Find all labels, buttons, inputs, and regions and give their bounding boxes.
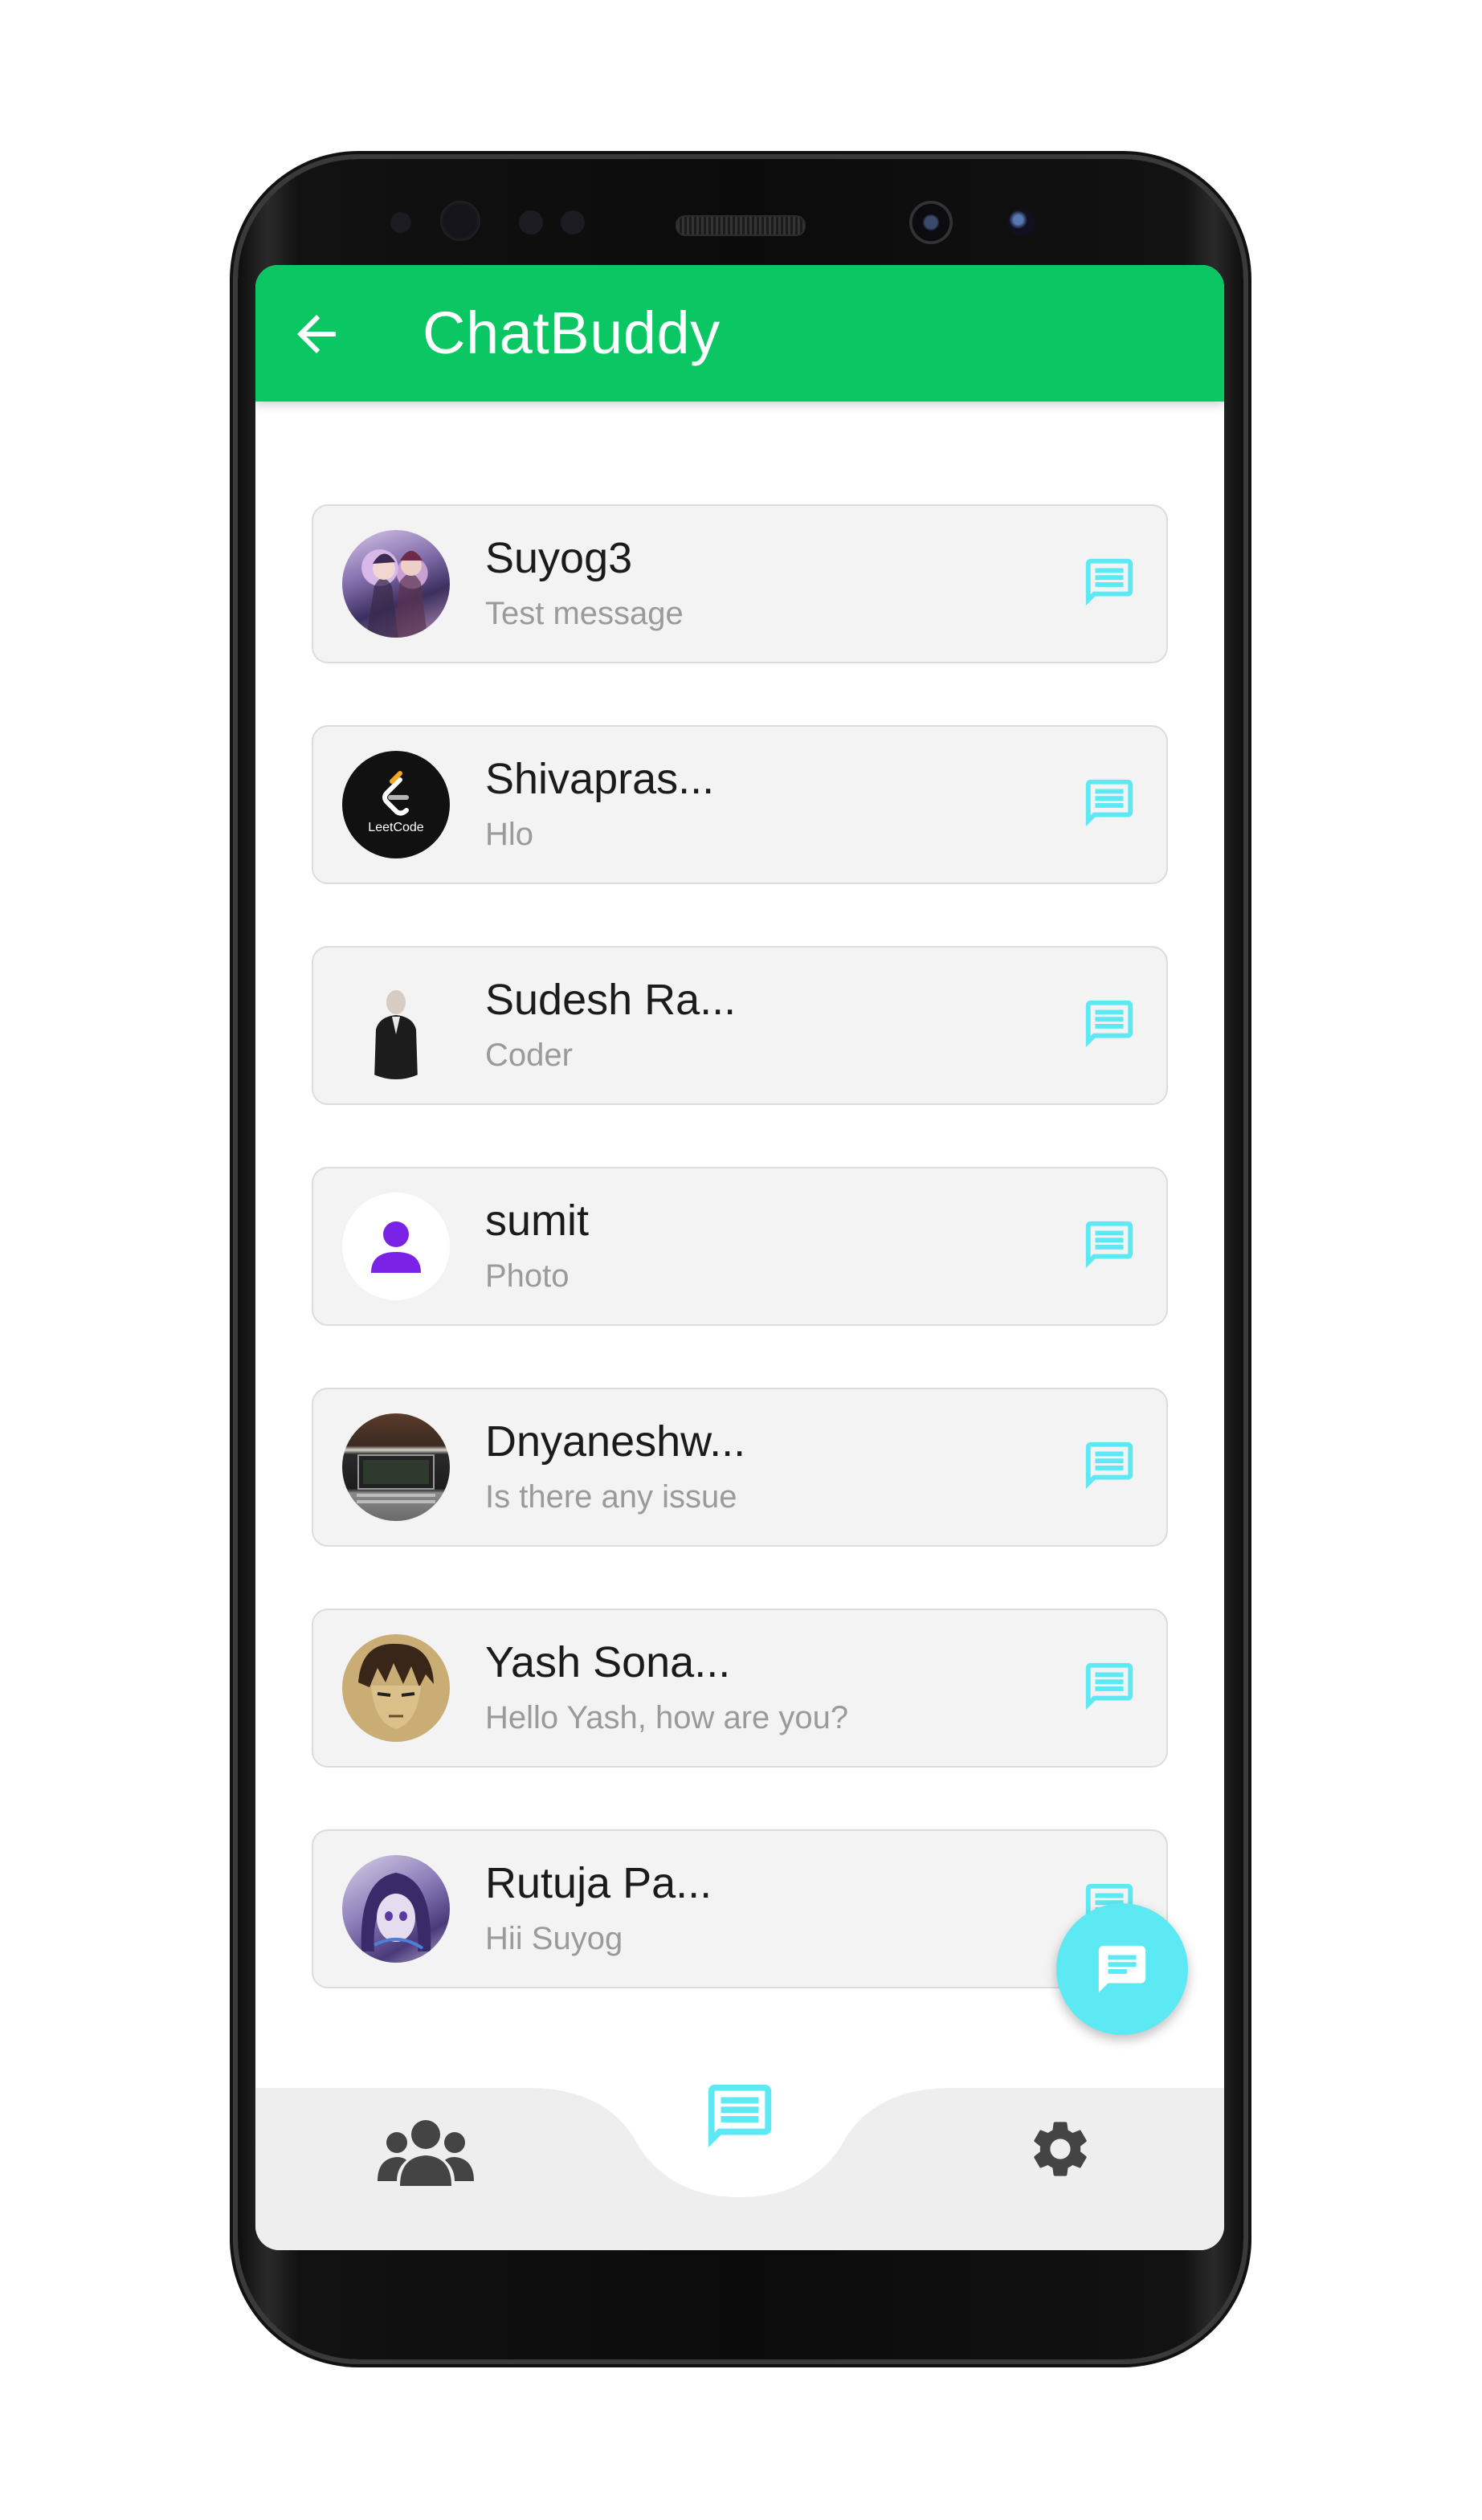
chat-list-item[interactable]: Suyog3 Test message bbox=[312, 504, 1168, 663]
message-icon[interactable] bbox=[1081, 554, 1137, 610]
message-icon[interactable] bbox=[1081, 1217, 1137, 1273]
earpiece-speaker bbox=[676, 215, 806, 236]
sensor-dot bbox=[440, 201, 480, 241]
nav-chats[interactable] bbox=[702, 2078, 778, 2154]
phone-top-bezel bbox=[238, 159, 1243, 267]
contact-name: Shivapras... bbox=[485, 755, 715, 803]
front-camera bbox=[909, 201, 953, 244]
last-message: Hii Suyog bbox=[485, 1921, 623, 1956]
chat-list-item[interactable]: Rutuja Pa... Hii Suyog bbox=[312, 1829, 1168, 1988]
laptop-photo-avatar[interactable] bbox=[342, 1413, 450, 1521]
message-icon[interactable] bbox=[1081, 775, 1137, 831]
man-in-suit-avatar[interactable] bbox=[342, 972, 450, 1079]
app-bar: ChatBuddy bbox=[255, 265, 1224, 402]
last-message: Photo bbox=[485, 1258, 570, 1294]
group-icon bbox=[378, 2120, 474, 2186]
contact-name: sumit bbox=[485, 1197, 590, 1245]
new-message-icon bbox=[1098, 1945, 1146, 1993]
last-message: Hlo bbox=[485, 817, 534, 852]
anime-boy-avatar[interactable] bbox=[342, 1634, 450, 1742]
device-mockup: ChatBuddy Suyog3 Test message LeetCode S… bbox=[0, 0, 1482, 2520]
contact-name: Rutuja Pa... bbox=[485, 1859, 712, 1907]
contact-name: Yash Sona... bbox=[485, 1638, 731, 1686]
bottom-navigation bbox=[255, 2084, 1224, 2250]
arrow-left-icon bbox=[297, 315, 336, 353]
gear-icon bbox=[1034, 2122, 1087, 2176]
contact-name: Dnyaneshw... bbox=[485, 1417, 746, 1466]
chat-list-item[interactable]: sumit Photo bbox=[312, 1167, 1168, 1326]
default-person-avatar[interactable] bbox=[342, 1193, 450, 1300]
chat-list-item[interactable]: Dnyaneshw... Is there any issue bbox=[312, 1388, 1168, 1547]
message-icon[interactable] bbox=[1081, 1658, 1137, 1715]
contact-name: Sudesh Ra... bbox=[485, 976, 737, 1024]
app-title: ChatBuddy bbox=[423, 300, 721, 366]
nav-groups[interactable] bbox=[376, 2112, 476, 2192]
message-icon[interactable] bbox=[1081, 1437, 1137, 1494]
chat-list-item[interactable]: Yash Sona... Hello Yash, how are you? bbox=[312, 1609, 1168, 1768]
nav-settings[interactable] bbox=[1027, 2115, 1094, 2183]
sensor-dot bbox=[519, 210, 543, 234]
new-chat-fab[interactable] bbox=[1056, 1903, 1188, 2035]
iris-sensor bbox=[1007, 209, 1035, 236]
chat-list-item[interactable]: LeetCode Shivapras... Hlo bbox=[312, 725, 1168, 884]
sensor-dot bbox=[390, 212, 411, 233]
last-message: Hello Yash, how are you? bbox=[485, 1700, 849, 1735]
chat-list-item[interactable]: Sudesh Ra... Coder bbox=[312, 946, 1168, 1105]
message-icon[interactable] bbox=[1081, 996, 1137, 1052]
last-message: Test message bbox=[485, 596, 684, 631]
leetcode-logo-text: LeetCode bbox=[368, 821, 423, 834]
leetcode-logo-avatar[interactable]: LeetCode bbox=[342, 751, 450, 858]
last-message: Coder bbox=[485, 1038, 573, 1073]
contact-name: Suyog3 bbox=[485, 534, 633, 582]
back-button[interactable] bbox=[288, 305, 345, 363]
sensor-dot bbox=[561, 210, 585, 234]
anime-girl-avatar[interactable] bbox=[342, 1855, 450, 1963]
chat-icon bbox=[708, 2084, 772, 2148]
anime-group-avatar[interactable] bbox=[342, 530, 450, 638]
chat-list: Suyog3 Test message LeetCode Shivapras..… bbox=[312, 504, 1168, 2050]
phone-screen: ChatBuddy Suyog3 Test message LeetCode S… bbox=[255, 265, 1224, 2250]
phone-frame: ChatBuddy Suyog3 Test message LeetCode S… bbox=[238, 159, 1243, 2359]
last-message: Is there any issue bbox=[485, 1479, 737, 1515]
